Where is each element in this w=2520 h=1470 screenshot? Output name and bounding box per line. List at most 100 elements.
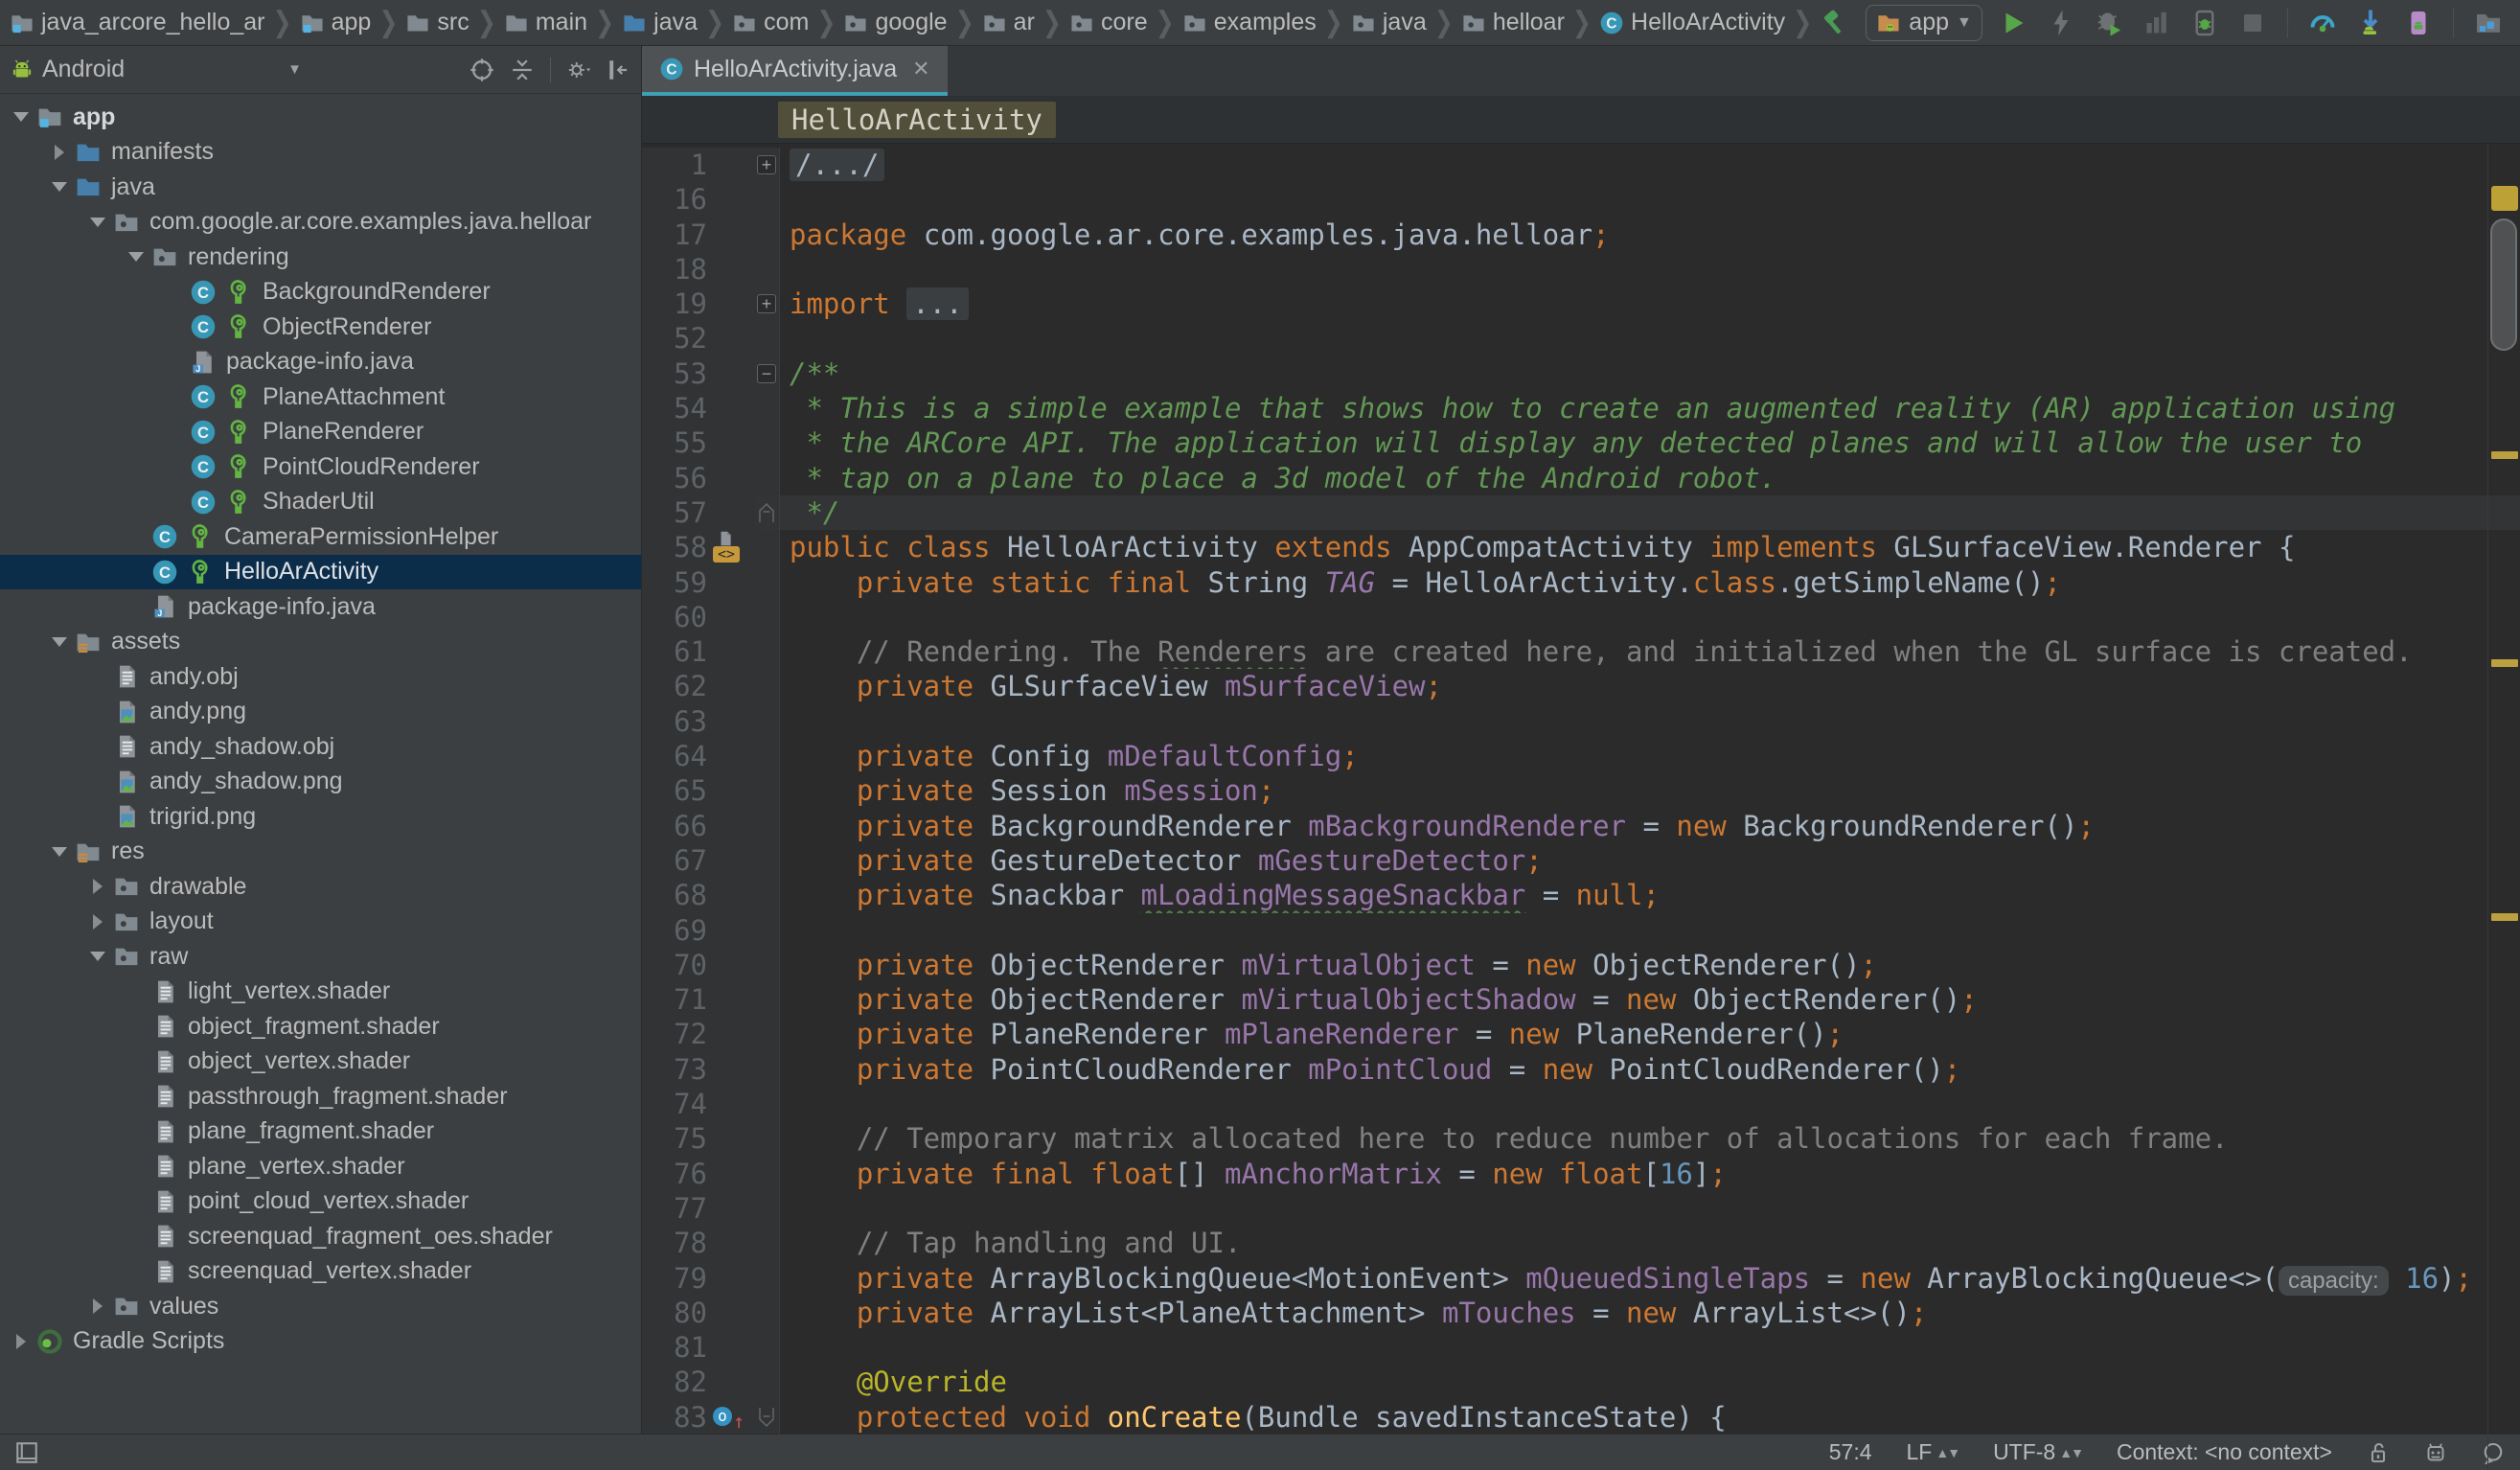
debug-icon[interactable] (2092, 6, 2126, 40)
attach-debugger-icon[interactable] (2188, 6, 2222, 40)
inspections-indicator[interactable] (2491, 186, 2518, 211)
breadcrumb-item-java[interactable]: java (1349, 9, 1429, 36)
fold-column[interactable] (755, 530, 780, 564)
tree-item-assets[interactable]: assets (0, 625, 641, 660)
line-number[interactable]: 67 (642, 843, 711, 878)
fold-column[interactable] (755, 739, 780, 773)
tree-item-light_vertex.shader[interactable]: light_vertex.shader (0, 975, 641, 1010)
line-number[interactable]: 55 (642, 425, 711, 460)
fold-end-icon[interactable] (757, 502, 776, 523)
fold-column[interactable]: + (755, 148, 780, 182)
line-number[interactable]: 53 (642, 356, 711, 391)
tree-item-object_fragment.shader[interactable]: object_fragment.shader (0, 1009, 641, 1045)
line-number[interactable]: 82 (642, 1365, 711, 1399)
fold-column[interactable]: − (755, 356, 780, 391)
breadcrumb-item-com[interactable]: com (730, 9, 811, 36)
fold-column[interactable] (755, 704, 780, 739)
line-number[interactable]: 57 (642, 495, 711, 530)
line-number[interactable]: 69 (642, 913, 711, 948)
tree-item-ShaderUtil[interactable]: CShaderUtil (0, 485, 641, 520)
fold-column[interactable] (755, 1330, 780, 1365)
breadcrumb-item-java_arcore_hello_ar[interactable]: java_arcore_hello_ar (8, 9, 266, 36)
unlock-icon[interactable] (2367, 1441, 2390, 1464)
line-ending-selector[interactable]: LF▲▼ (1907, 1439, 1959, 1465)
expanded-arrow-icon[interactable] (46, 637, 73, 647)
collapsed-arrow-icon[interactable] (8, 1334, 34, 1349)
breadcrumb-item-HelloArActivity[interactable]: CHelloArActivity (1597, 9, 1787, 36)
line-number[interactable]: 61 (642, 634, 711, 669)
breadcrumb-item-app[interactable]: app (298, 9, 374, 36)
expanded-arrow-icon[interactable] (8, 112, 34, 122)
fold-column[interactable] (755, 1226, 780, 1260)
line-number[interactable]: 68 (642, 878, 711, 912)
line-number[interactable]: 58 (642, 530, 711, 564)
caret-position[interactable]: 57:4 (1829, 1439, 1872, 1465)
tree-item-andy.png[interactable]: andy.png (0, 695, 641, 730)
breadcrumb-item-java[interactable]: java (620, 9, 699, 36)
fold-column[interactable] (755, 669, 780, 703)
fold-column[interactable] (755, 634, 780, 669)
toggle-tool-windows-icon[interactable] (15, 1441, 38, 1464)
fold-column[interactable] (755, 1052, 780, 1087)
tree-item-ObjectRenderer[interactable]: CObjectRenderer (0, 310, 641, 345)
editor-breadcrumb-item[interactable]: HelloArActivity (778, 102, 1056, 138)
line-number[interactable]: 17 (642, 218, 711, 252)
warning-stripe-mark[interactable] (2491, 451, 2518, 459)
fold-column[interactable] (755, 1365, 780, 1399)
fold-column[interactable] (755, 878, 780, 912)
fold-column[interactable] (755, 391, 780, 425)
sdk-manager-icon[interactable] (2353, 6, 2388, 40)
line-number[interactable]: 76 (642, 1157, 711, 1191)
fold-column[interactable] (755, 1017, 780, 1051)
line-number[interactable]: 77 (642, 1191, 711, 1226)
line-number[interactable]: 64 (642, 739, 711, 773)
fold-expand-icon[interactable]: + (757, 155, 776, 174)
fold-column[interactable] (755, 425, 780, 460)
editor-tab[interactable]: C HelloArActivity.java ✕ (642, 46, 948, 96)
tree-item-drawable[interactable]: drawable (0, 869, 641, 905)
profile-icon[interactable] (2140, 6, 2174, 40)
expanded-arrow-icon[interactable] (123, 252, 149, 262)
instant-run-icon[interactable] (2044, 6, 2078, 40)
editor-scrollbar-thumb[interactable] (2490, 218, 2517, 351)
line-number[interactable]: 60 (642, 600, 711, 634)
tree-item-values[interactable]: values (0, 1289, 641, 1324)
fold-column[interactable] (755, 1087, 780, 1121)
breadcrumb-item-main[interactable]: main (502, 9, 589, 36)
tree-item-CameraPermissionHelper[interactable]: CCameraPermissionHelper (0, 519, 641, 555)
fold-expand-icon[interactable]: + (757, 294, 776, 313)
line-number[interactable]: 83 (642, 1400, 711, 1434)
fold-column[interactable] (755, 809, 780, 843)
fold-collapse-icon[interactable]: − (757, 364, 776, 383)
collapsed-arrow-icon[interactable] (84, 914, 111, 930)
line-number[interactable]: 66 (642, 809, 711, 843)
line-number[interactable]: 72 (642, 1017, 711, 1051)
tree-item-manifests[interactable]: manifests (0, 135, 641, 171)
assistant-icon[interactable] (2424, 1441, 2447, 1464)
tree-item-raw[interactable]: raw (0, 939, 641, 975)
tree-item-HelloArActivity[interactable]: CHelloArActivity (0, 555, 641, 590)
breadcrumb-item-helloar[interactable]: helloar (1459, 9, 1567, 36)
line-number[interactable]: 81 (642, 1330, 711, 1365)
tree-item-trigrid.png[interactable]: trigrid.png (0, 799, 641, 835)
run-icon[interactable] (1996, 6, 2030, 40)
tree-item-andy_shadow.png[interactable]: andy_shadow.png (0, 765, 641, 800)
fold-column[interactable] (755, 182, 780, 217)
fold-column[interactable] (755, 600, 780, 634)
project-view-mode[interactable]: Android (42, 56, 125, 83)
breadcrumb-item-core[interactable]: core (1067, 9, 1150, 36)
line-number[interactable]: 71 (642, 982, 711, 1017)
tree-item-point_cloud_vertex.shader[interactable]: point_cloud_vertex.shader (0, 1184, 641, 1220)
device-monitor-icon[interactable] (2401, 6, 2436, 40)
line-number[interactable]: 1 (642, 148, 711, 182)
tree-item-app[interactable]: app (0, 100, 641, 135)
settings-gear-icon[interactable] (566, 57, 591, 82)
line-number[interactable]: 74 (642, 1087, 711, 1121)
tree-item-PlaneAttachment[interactable]: CPlaneAttachment (0, 379, 641, 415)
line-number[interactable]: 18 (642, 252, 711, 287)
context-indicator[interactable]: Context: <no context> (2117, 1439, 2332, 1465)
build-hammer-icon[interactable] (1818, 6, 1852, 40)
collapsed-arrow-icon[interactable] (46, 145, 73, 160)
tree-item-screenquad_fragment_oes.shader[interactable]: screenquad_fragment_oes.shader (0, 1219, 641, 1254)
warning-stripe-mark[interactable] (2491, 913, 2518, 921)
